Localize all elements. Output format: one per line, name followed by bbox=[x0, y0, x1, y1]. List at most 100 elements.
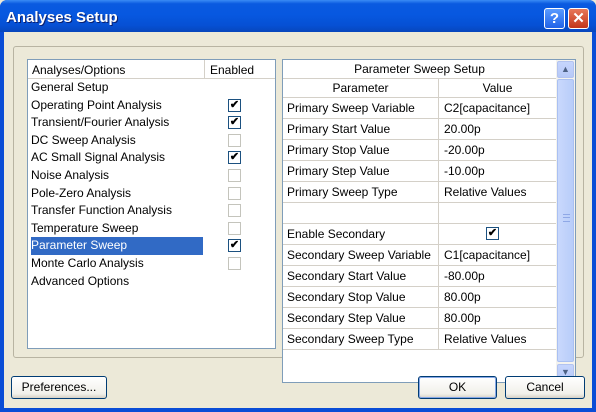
analysis-item-label: Operating Point Analysis bbox=[31, 97, 162, 112]
analysis-item[interactable]: Temperature Sweep bbox=[28, 220, 275, 238]
analysis-item[interactable]: General Setup bbox=[28, 79, 275, 97]
parameter-value-cell[interactable]: 80.00p bbox=[439, 287, 556, 307]
preferences-button[interactable]: Preferences... bbox=[11, 376, 107, 399]
check-icon: ✔ bbox=[229, 116, 240, 129]
analysis-item[interactable]: Transfer Function Analysis bbox=[28, 202, 275, 220]
analysis-item-label: Advanced Options bbox=[31, 273, 130, 288]
analysis-item[interactable]: AC Small Signal Analysis ✔ bbox=[28, 149, 275, 167]
dialog-client-area: Analyses/Options Enabled General Setup Op… bbox=[4, 32, 592, 408]
parameter-name-cell: Secondary Start Value bbox=[283, 266, 439, 286]
parameter-row[interactable]: Primary Start Value 20.00p bbox=[283, 119, 556, 140]
parameter-row[interactable]: Primary Sweep Variable C2[capacitance] bbox=[283, 98, 556, 119]
enable-secondary-checkbox[interactable]: ✔ bbox=[486, 227, 499, 240]
parameter-value-cell[interactable]: -10.00p bbox=[439, 161, 556, 181]
analysis-item-label: Transient/Fourier Analysis bbox=[31, 115, 170, 130]
check-icon: ✔ bbox=[229, 98, 240, 111]
parameter-value-cell[interactable]: Relative Values bbox=[439, 182, 556, 202]
parameter-value-cell[interactable]: ✔ bbox=[439, 224, 556, 244]
analyses-list: Analyses/Options Enabled General Setup Op… bbox=[27, 59, 276, 349]
enabled-checkbox[interactable]: ✔ bbox=[228, 239, 241, 253]
parameter-name-cell: Primary Start Value bbox=[283, 119, 439, 139]
analysis-item-label: Monte Carlo Analysis bbox=[31, 255, 144, 270]
parameter-value-cell[interactable]: C1[capacitance] bbox=[439, 245, 556, 265]
check-icon: ✔ bbox=[229, 151, 240, 164]
chevron-up-icon: ▲ bbox=[561, 64, 570, 74]
cancel-button[interactable]: Cancel bbox=[505, 376, 585, 399]
parameter-name-cell: Primary Sweep Type bbox=[283, 182, 439, 202]
parameter-row[interactable]: Enable Secondary ✔ bbox=[283, 224, 556, 245]
parameter-row[interactable]: Secondary Start Value -80.00p bbox=[283, 266, 556, 287]
analysis-item[interactable]: Monte Carlo Analysis bbox=[28, 255, 275, 273]
parameter-name-cell: Enable Secondary bbox=[283, 224, 439, 244]
enabled-checkbox[interactable] bbox=[228, 221, 241, 235]
parameter-row[interactable]: Secondary Stop Value 80.00p bbox=[283, 287, 556, 308]
grip-icon bbox=[563, 214, 570, 222]
enabled-checkbox[interactable] bbox=[228, 256, 241, 270]
parameter-sweep-grid: Parameter Sweep Setup Parameter Value Pr… bbox=[282, 59, 576, 383]
parameter-sweep-title: Parameter Sweep Setup bbox=[283, 60, 556, 79]
analysis-item[interactable]: Pole-Zero Analysis bbox=[28, 185, 275, 203]
analysis-item[interactable]: Parameter Sweep ✔ bbox=[28, 237, 275, 255]
check-icon: ✔ bbox=[229, 239, 240, 252]
close-button[interactable]: ✕ bbox=[568, 8, 589, 29]
parameter-row[interactable]: Secondary Sweep Variable C1[capacitance] bbox=[283, 245, 556, 266]
analysis-item-label: Noise Analysis bbox=[31, 167, 110, 182]
parameter-row[interactable] bbox=[283, 203, 556, 224]
parameter-value-cell[interactable] bbox=[439, 203, 556, 223]
parameter-value-cell[interactable]: -80.00p bbox=[439, 266, 556, 286]
parameter-row[interactable]: Secondary Sweep Type Relative Values bbox=[283, 329, 556, 350]
analysis-item-label: General Setup bbox=[31, 80, 109, 94]
help-icon: ? bbox=[549, 10, 560, 27]
parameter-name-cell: Secondary Stop Value bbox=[283, 287, 439, 307]
scroll-thumb[interactable] bbox=[557, 79, 574, 362]
analysis-item[interactable]: DC Sweep Analysis bbox=[28, 132, 275, 150]
analysis-item-label: Transfer Function Analysis bbox=[31, 203, 172, 218]
analysis-item-label: Parameter Sweep bbox=[31, 237, 203, 255]
analysis-item[interactable]: Operating Point Analysis ✔ bbox=[28, 97, 275, 115]
enabled-checkbox[interactable]: ✔ bbox=[228, 116, 241, 130]
parameter-value-cell[interactable]: C2[capacitance] bbox=[439, 98, 556, 118]
parameter-name-cell: Primary Sweep Variable bbox=[283, 98, 439, 118]
column-header-enabled[interactable]: Enabled bbox=[205, 60, 275, 78]
parameter-value-cell[interactable]: 80.00p bbox=[439, 308, 556, 328]
parameter-name-cell: Primary Stop Value bbox=[283, 140, 439, 160]
parameter-name-cell bbox=[283, 203, 439, 223]
enabled-checkbox[interactable] bbox=[228, 186, 241, 200]
help-button[interactable]: ? bbox=[544, 8, 565, 29]
title-bar[interactable]: Analyses Setup ? ✕ bbox=[0, 0, 596, 32]
parameter-rows: Primary Sweep Variable C2[capacitance] Pri… bbox=[283, 98, 556, 350]
column-header-value[interactable]: Value bbox=[439, 79, 556, 97]
parameter-name-cell: Secondary Sweep Variable bbox=[283, 245, 439, 265]
parameter-value-cell[interactable]: 20.00p bbox=[439, 119, 556, 139]
enabled-checkbox[interactable]: ✔ bbox=[228, 98, 241, 112]
analysis-item[interactable]: Advanced Options bbox=[28, 273, 275, 291]
parameter-value-cell[interactable]: Relative Values bbox=[439, 329, 556, 349]
enabled-checkbox[interactable]: ✔ bbox=[228, 151, 241, 165]
analysis-item[interactable]: Noise Analysis bbox=[28, 167, 275, 185]
parameter-row[interactable]: Primary Sweep Type Relative Values bbox=[283, 182, 556, 203]
column-header-parameter[interactable]: Parameter bbox=[283, 79, 439, 97]
analysis-item-label: Temperature Sweep bbox=[31, 220, 139, 235]
analysis-item[interactable]: Transient/Fourier Analysis ✔ bbox=[28, 114, 275, 132]
enabled-checkbox[interactable] bbox=[228, 168, 241, 182]
parameter-row[interactable]: Secondary Step Value 80.00p bbox=[283, 308, 556, 329]
ok-button[interactable]: OK bbox=[418, 376, 497, 399]
parameter-row[interactable]: Primary Step Value -10.00p bbox=[283, 161, 556, 182]
check-icon: ✔ bbox=[487, 227, 498, 239]
enabled-checkbox[interactable] bbox=[228, 133, 241, 147]
parameter-value-cell[interactable]: -20.00p bbox=[439, 140, 556, 160]
analyses-rows: General Setup Operating Point Analysis ✔ Tr… bbox=[28, 79, 275, 290]
column-header-analyses-options[interactable]: Analyses/Options bbox=[28, 60, 205, 78]
parameter-name-cell: Secondary Step Value bbox=[283, 308, 439, 328]
scroll-up-button[interactable]: ▲ bbox=[557, 61, 574, 78]
parameter-row[interactable]: Primary Stop Value -20.00p bbox=[283, 140, 556, 161]
enabled-checkbox[interactable] bbox=[228, 204, 241, 218]
analysis-item-label: DC Sweep Analysis bbox=[31, 132, 136, 147]
parameter-name-cell: Secondary Sweep Type bbox=[283, 329, 439, 349]
analysis-item-label: Pole-Zero Analysis bbox=[31, 185, 132, 200]
analyses-list-header: Analyses/Options Enabled bbox=[28, 60, 275, 79]
grid-column-header: Parameter Value bbox=[283, 79, 556, 98]
close-icon: ✕ bbox=[572, 10, 585, 27]
vertical-scrollbar[interactable]: ▲ ▼ bbox=[556, 60, 575, 382]
parameter-name-cell: Primary Step Value bbox=[283, 161, 439, 181]
